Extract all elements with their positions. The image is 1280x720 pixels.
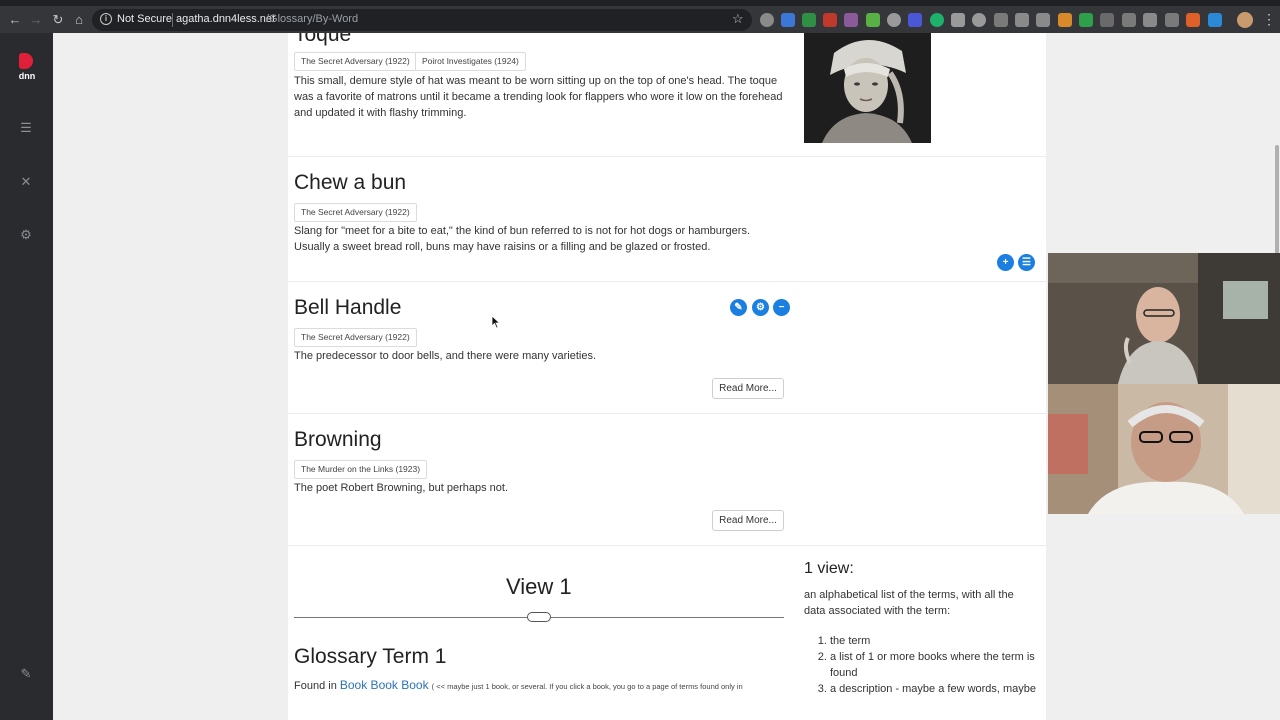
content-icon[interactable]: ☰ [19, 121, 33, 135]
menu-kebab-icon[interactable]: ⋮ [1262, 11, 1276, 28]
found-in-line: Found in Book Book Book ( << maybe just … [294, 678, 743, 692]
view-title: View 1 [506, 574, 572, 599]
extension-icon[interactable] [1143, 13, 1157, 27]
extension-icon[interactable] [930, 13, 944, 27]
pencil-icon[interactable]: ✎ [19, 667, 33, 681]
term-divider [288, 545, 1046, 546]
book-tag[interactable]: The Secret Adversary (1922) [294, 52, 417, 71]
extension-icon[interactable] [866, 13, 880, 27]
extension-icon[interactable] [994, 13, 1008, 27]
extension-icon[interactable] [823, 13, 837, 27]
term-title: Chew a bun [294, 171, 407, 194]
video-feed-bottom [1048, 384, 1280, 514]
security-label: Not Secure [117, 13, 173, 25]
extension-icon[interactable] [972, 13, 986, 27]
term-description: The predecessor to door bells, and there… [294, 350, 597, 362]
extension-icon[interactable] [781, 13, 795, 27]
gear-icon[interactable]: ⚙ [752, 299, 769, 316]
minus-circle-icon[interactable]: − [773, 299, 790, 316]
extension-icon[interactable] [951, 13, 965, 27]
term-title: Browning [294, 428, 382, 451]
dnn-logo[interactable]: dnn [15, 53, 39, 83]
video-feed-top [1048, 253, 1280, 384]
extension-icon[interactable] [1079, 13, 1093, 27]
term-divider [288, 156, 1046, 157]
book-tag[interactable]: The Secret Adversary (1922) [294, 328, 417, 347]
info-icon[interactable]: i [100, 13, 112, 25]
plus-icon[interactable]: + [997, 254, 1014, 271]
book-tag[interactable]: The Secret Adversary (1922) [294, 203, 417, 222]
term-title: Bell Handle [294, 296, 402, 319]
extension-icon[interactable] [1165, 13, 1179, 27]
tools-icon[interactable]: ✕ [19, 175, 33, 189]
note-intro: an alphabetical list of the terms, with … [804, 589, 1014, 617]
note-heading: 1 view: [804, 560, 854, 577]
toque-portrait-image [804, 33, 931, 143]
found-in-note: ( << maybe just 1 book, or several. If y… [431, 682, 743, 691]
read-more-button[interactable]: Read More... [712, 378, 784, 399]
extension-icon[interactable] [1036, 13, 1050, 27]
bookmark-star-icon[interactable]: ☆ [732, 11, 744, 27]
term-title: Toque [294, 33, 352, 46]
persona-bar: dnn ☰ ✕ ⚙ ✎ [0, 33, 53, 720]
read-more-button[interactable]: Read More... [712, 510, 784, 531]
list-icon[interactable]: ☰ [1018, 254, 1035, 271]
extension-icon[interactable] [887, 13, 901, 27]
book-tag[interactable]: The Murder on the Links (1923) [294, 460, 428, 479]
note-list-item: a list of 1 or more books where the term… [830, 649, 1044, 681]
extension-icon[interactable] [802, 13, 816, 27]
extension-icon[interactable] [1015, 13, 1029, 27]
back-icon[interactable]: ← [7, 12, 23, 28]
url-host: agatha.dnn4less.net [176, 13, 276, 25]
omnibox-divider [172, 13, 173, 27]
term-description: The poet Robert Browning, but perhaps no… [294, 482, 509, 494]
glossary-term-title: Glossary Term 1 [294, 645, 447, 668]
term-description: Slang for "meet for a bite to eat," the … [294, 225, 751, 253]
note-list-item: a description - maybe a few words, maybe [830, 681, 1044, 697]
term-divider [288, 281, 1046, 282]
extension-icon[interactable] [1186, 13, 1200, 27]
profile-avatar[interactable] [1237, 12, 1253, 28]
extension-icon[interactable] [1058, 13, 1072, 27]
scrollbar-thumb[interactable] [1275, 145, 1279, 255]
book-tag[interactable]: Poirot Investigates (1924) [415, 52, 526, 71]
extension-icon[interactable] [1122, 13, 1136, 27]
forward-icon[interactable]: → [28, 12, 44, 28]
found-in-label: Found in [294, 680, 337, 692]
extension-icon[interactable] [1100, 13, 1114, 27]
book-links[interactable]: Book Book Book [340, 678, 429, 692]
pencil-icon[interactable]: ✎ [730, 299, 747, 316]
url-path: /Glossary/By-Word [266, 13, 359, 25]
mouse-cursor-icon [491, 315, 501, 329]
extension-icon[interactable] [908, 13, 922, 27]
term-description: This small, demure style of hat was mean… [294, 75, 783, 119]
extension-icon[interactable] [760, 13, 774, 27]
term-divider [288, 413, 1046, 414]
extension-icon[interactable] [844, 13, 858, 27]
reload-icon[interactable]: ↻ [50, 12, 66, 28]
note-list: the term a list of 1 or more books where… [818, 633, 1044, 697]
tab-strip [0, 0, 1280, 6]
home-icon[interactable]: ⌂ [71, 12, 87, 28]
gear-icon[interactable]: ⚙ [19, 228, 33, 242]
note-list-item: the term [830, 633, 1044, 649]
separator-handle [527, 612, 551, 622]
extension-icon[interactable] [1208, 13, 1222, 27]
address-bar[interactable]: i Not Secure agatha.dnn4less.net /Glossa… [92, 9, 752, 31]
